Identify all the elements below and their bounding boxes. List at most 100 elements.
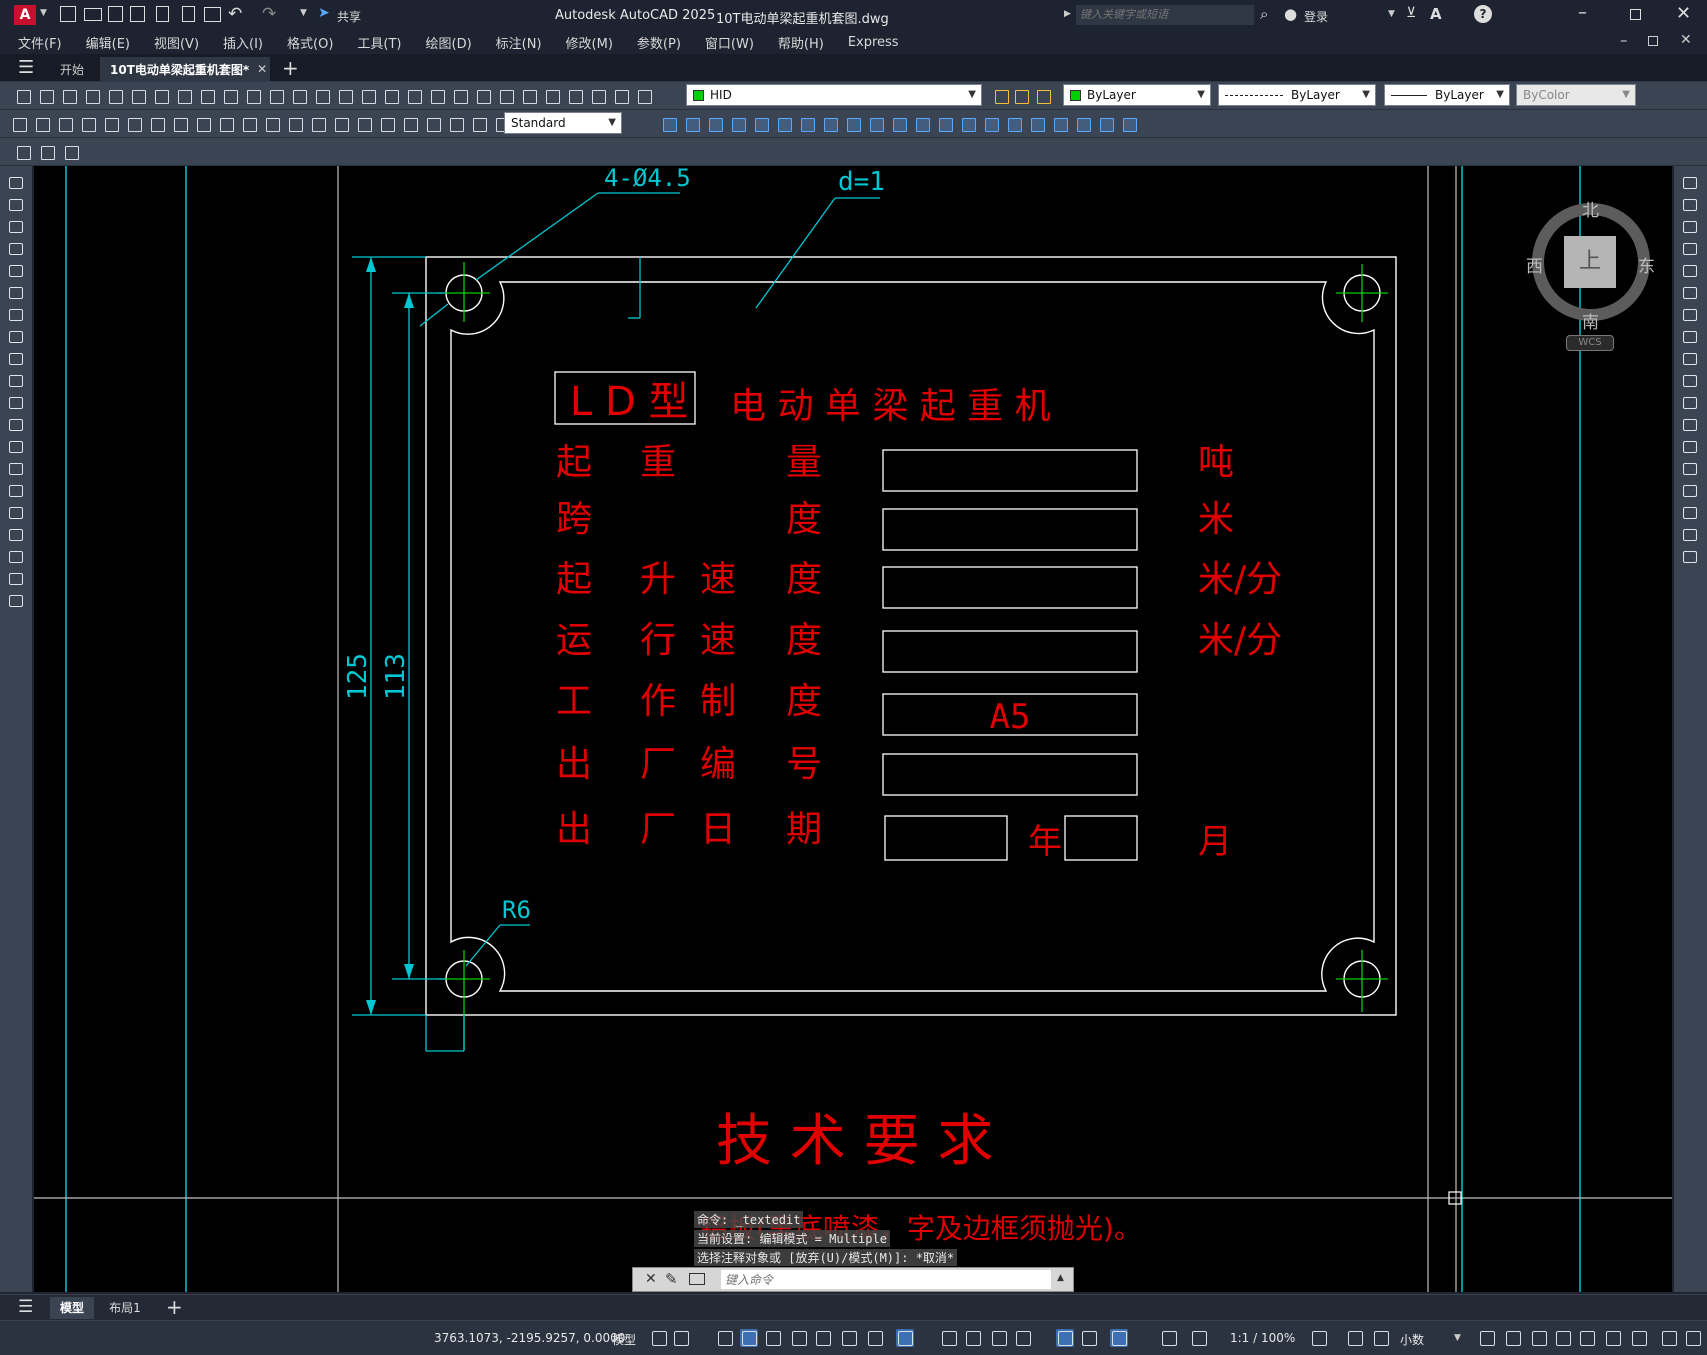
status-toggle-icon[interactable] <box>672 1329 690 1347</box>
dimension-tool-icon[interactable] <box>148 115 166 133</box>
extra-tool-icon[interactable] <box>38 143 56 161</box>
solid-tool-icon[interactable] <box>706 115 724 133</box>
toolbar-tool-icon[interactable] <box>175 87 193 105</box>
toolbar-tool-icon[interactable] <box>14 87 32 105</box>
toolbar-tool-icon[interactable] <box>106 87 124 105</box>
modify-tool-icon[interactable] <box>1682 528 1698 542</box>
solid-tool-icon[interactable] <box>936 115 954 133</box>
toolbar-tool-icon[interactable] <box>221 87 239 105</box>
undo-icon[interactable]: ↶ <box>228 4 242 24</box>
status-toggle-icon[interactable] <box>1110 1329 1128 1347</box>
status-tool-icon[interactable] <box>1478 1329 1496 1347</box>
dimension-tool-icon[interactable] <box>470 115 488 133</box>
status-toggle-icon[interactable] <box>650 1329 668 1347</box>
app-logo[interactable]: A <box>14 5 36 25</box>
cloud-save-icon[interactable] <box>182 6 195 22</box>
units-chevron-icon[interactable]: ▼ <box>1454 1333 1461 1343</box>
draw-tool-icon[interactable] <box>8 462 24 476</box>
modify-tool-icon[interactable] <box>1682 462 1698 476</box>
modify-tool-icon[interactable] <box>1682 220 1698 234</box>
modify-tool-icon[interactable] <box>1682 242 1698 256</box>
minimize-icon[interactable]: – <box>1578 2 1587 23</box>
toolbar-tool-icon[interactable] <box>474 87 492 105</box>
toolbar-tool-icon[interactable] <box>382 87 400 105</box>
cart-icon[interactable]: ⊻ <box>1406 5 1416 21</box>
solid-tool-icon[interactable] <box>982 115 1000 133</box>
extra-tool-icon[interactable] <box>14 143 32 161</box>
linetype-dropdown[interactable]: ByLayer ▼ <box>1218 84 1376 106</box>
redo-icon[interactable]: ↷ <box>262 4 276 24</box>
dimension-tool-icon[interactable] <box>309 115 327 133</box>
modify-tool-icon[interactable] <box>1682 330 1698 344</box>
menu-dimension[interactable]: 标注(N) <box>496 33 542 52</box>
tab-layout1[interactable]: 布局1 <box>100 1297 150 1319</box>
toolbar-tool-icon[interactable] <box>566 87 584 105</box>
toolbar-tool-icon[interactable] <box>244 87 262 105</box>
tab-close-icon[interactable]: ✕ <box>257 62 267 76</box>
dimension-tool-icon[interactable] <box>240 115 258 133</box>
dimension-tool-icon[interactable] <box>194 115 212 133</box>
layer-dropdown[interactable]: HID ▼ <box>686 84 982 106</box>
draw-tool-icon[interactable] <box>8 352 24 366</box>
layer-tool-icon[interactable] <box>1012 87 1030 105</box>
draw-tool-icon[interactable] <box>8 176 24 190</box>
save-as-icon[interactable] <box>130 6 145 22</box>
autodesk-app-icon[interactable]: A <box>1430 5 1442 23</box>
draw-tool-icon[interactable] <box>8 594 24 608</box>
toolbar-tool-icon[interactable] <box>37 87 55 105</box>
login-button[interactable]: 登录 <box>1304 8 1328 25</box>
dimension-tool-icon[interactable] <box>378 115 396 133</box>
status-toggle-icon[interactable] <box>1346 1329 1364 1347</box>
dimension-tool-icon[interactable] <box>447 115 465 133</box>
status-toggle-icon[interactable] <box>790 1329 808 1347</box>
toolbar-tool-icon[interactable] <box>428 87 446 105</box>
dimension-tool-icon[interactable] <box>56 115 74 133</box>
status-toggle-icon[interactable] <box>1160 1329 1178 1347</box>
solid-tool-icon[interactable] <box>1028 115 1046 133</box>
lineweight-dropdown[interactable]: ByLayer ▼ <box>1384 84 1510 106</box>
annotation-scale[interactable]: 1:1 / 100% <box>1230 1331 1295 1345</box>
help-icon[interactable]: ? <box>1474 5 1492 23</box>
modify-tool-icon[interactable] <box>1682 286 1698 300</box>
new-icon[interactable] <box>60 6 76 22</box>
toolbar-tool-icon[interactable] <box>313 87 331 105</box>
dimension-tool-icon[interactable] <box>217 115 235 133</box>
doc-minimize-icon[interactable]: – <box>1620 31 1628 49</box>
toolbar-tool-icon[interactable] <box>267 87 285 105</box>
status-toggle-icon[interactable] <box>1372 1329 1390 1347</box>
command-input[interactable] <box>721 1270 1051 1289</box>
menu-parametric[interactable]: 参数(P) <box>637 33 681 52</box>
draw-tool-icon[interactable] <box>8 440 24 454</box>
qat-customize-icon[interactable]: ▼ <box>300 8 307 18</box>
status-toggle-icon[interactable] <box>1014 1329 1032 1347</box>
layout-menu-icon[interactable]: ☰ <box>18 1297 33 1317</box>
toolbar-tool-icon[interactable] <box>451 87 469 105</box>
new-tab-icon[interactable]: + <box>282 56 299 80</box>
status-toggle-icon[interactable] <box>740 1329 758 1347</box>
status-toggle-icon[interactable] <box>964 1329 982 1347</box>
dimension-tool-icon[interactable] <box>33 115 51 133</box>
toolbar-tool-icon[interactable] <box>60 87 78 105</box>
menu-window[interactable]: 窗口(W) <box>705 33 754 52</box>
tab-document[interactable]: 10T电动单梁起重机套图* ✕ <box>100 57 270 81</box>
dimension-tool-icon[interactable] <box>401 115 419 133</box>
solid-tool-icon[interactable] <box>1005 115 1023 133</box>
draw-tool-icon[interactable] <box>8 418 24 432</box>
viewcube-face[interactable]: 上 <box>1564 236 1616 288</box>
share-button[interactable]: 共享 <box>337 8 361 25</box>
close-icon[interactable]: ✕ <box>1676 3 1691 24</box>
draw-tool-icon[interactable] <box>8 242 24 256</box>
draw-tool-icon[interactable] <box>8 286 24 300</box>
viewcube-north[interactable]: 北 <box>1582 196 1599 221</box>
status-toggle-icon[interactable] <box>716 1329 734 1347</box>
dimension-tool-icon[interactable] <box>424 115 442 133</box>
status-toggle-icon[interactable] <box>1056 1329 1074 1347</box>
modify-tool-icon[interactable] <box>1682 440 1698 454</box>
toolbar-tool-icon[interactable] <box>405 87 423 105</box>
command-prompt-icon[interactable] <box>689 1273 705 1285</box>
command-customize-icon[interactable]: ✎ <box>665 1270 678 1288</box>
units-dropdown[interactable]: 小数 <box>1400 1331 1424 1348</box>
menu-express[interactable]: Express <box>848 35 899 50</box>
toolbar-tool-icon[interactable] <box>543 87 561 105</box>
draw-tool-icon[interactable] <box>8 396 24 410</box>
